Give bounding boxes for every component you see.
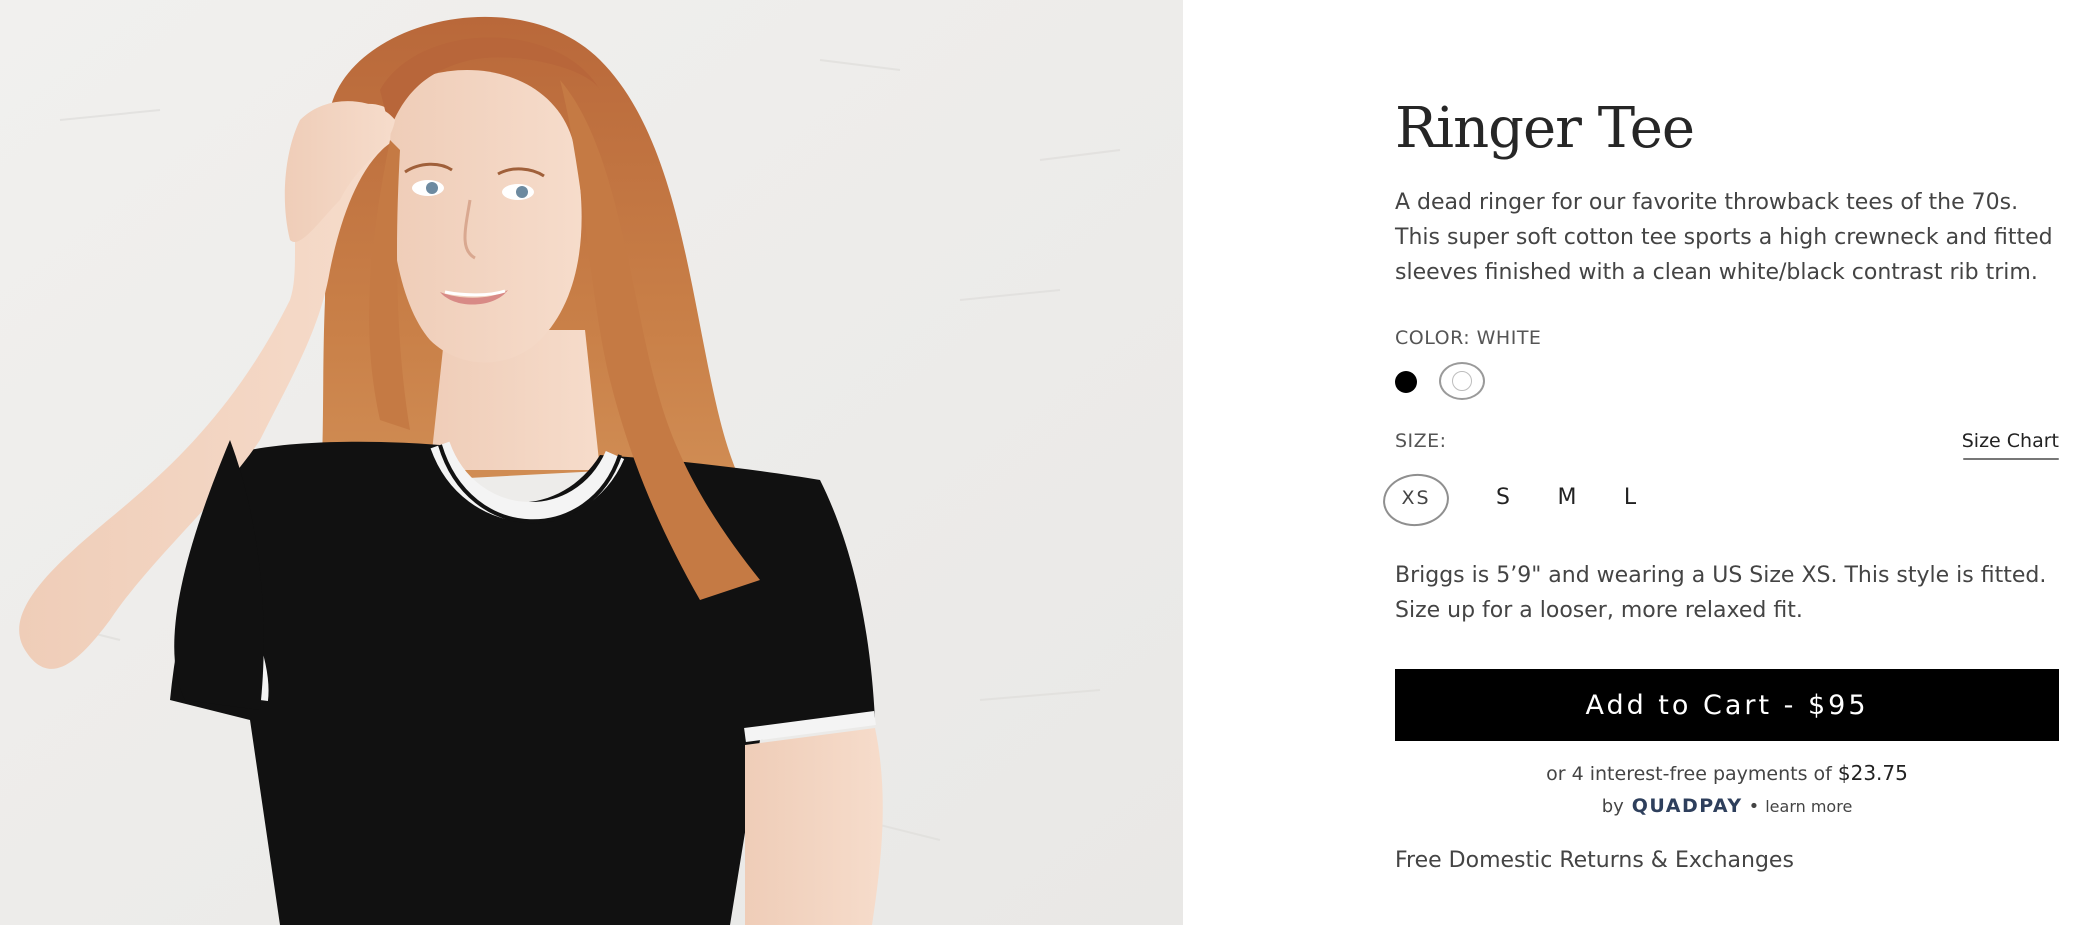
size-chart-underline — [1963, 458, 2059, 460]
quadpay-provider: by QUADPAY • learn more — [1395, 795, 2059, 817]
product-title: Ringer Tee — [1395, 96, 1695, 161]
quadpay-learn-more-link[interactable]: learn more — [1765, 797, 1852, 816]
product-details: Ringer Tee A dead ringer for our favorit… — [1380, 0, 2059, 925]
size-option-s[interactable]: S — [1483, 482, 1523, 514]
product-photo-illustration — [0, 0, 1183, 925]
fit-note: Briggs is 5’9" and wearing a US Size XS.… — [1395, 563, 2047, 623]
quadpay-by: by — [1601, 796, 1624, 817]
color-swatch-white[interactable] — [1439, 362, 1485, 400]
size-option-xs[interactable]: XS — [1385, 482, 1447, 514]
product-description: A dead ringer for our favorite throwback… — [1395, 190, 2053, 285]
size-label: SIZE: — [1395, 430, 1447, 452]
returns-info: Free Domestic Returns & Exchanges — [1395, 848, 1794, 873]
quadpay-logo: QUADPAY — [1631, 795, 1743, 817]
quadpay-prefix: or 4 interest-free payments of — [1546, 763, 1832, 785]
product-page: Ringer Tee A dead ringer for our favorit… — [0, 0, 2086, 925]
quadpay-installments: or 4 interest-free payments of $23.75 — [1395, 761, 2059, 785]
size-option-l[interactable]: L — [1610, 482, 1650, 514]
size-option-m[interactable]: M — [1547, 482, 1587, 514]
product-photo — [0, 0, 1183, 925]
color-swatch-black[interactable] — [1395, 371, 1417, 393]
add-to-cart-button[interactable]: Add to Cart - $95 — [1395, 669, 2059, 741]
size-chart-link[interactable]: Size Chart — [1962, 430, 2059, 452]
quadpay-amount: $23.75 — [1837, 761, 1908, 785]
color-swatch-white-dot — [1452, 371, 1472, 391]
color-label: COLOR: WHITE — [1395, 327, 1542, 349]
quadpay-separator: • — [1748, 796, 1760, 817]
